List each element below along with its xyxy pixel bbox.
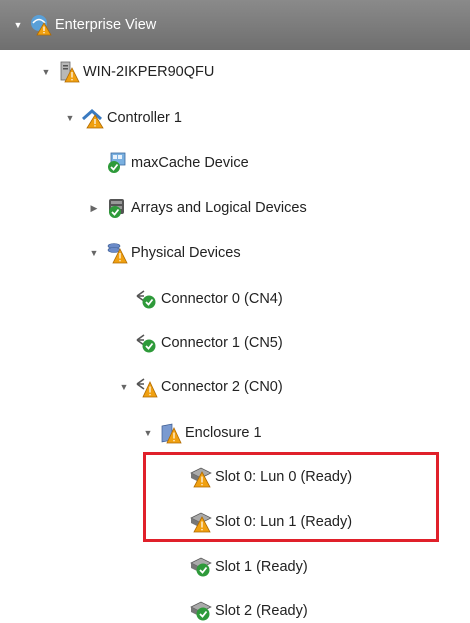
physical-warning-icon — [106, 242, 128, 264]
tree-node-arrays-logical-devices[interactable]: ▶ Arrays and Logical Devices — [88, 196, 307, 220]
tree-node-label: Enterprise View — [55, 17, 157, 33]
tree-node-label: Connector 0 (CN4) — [161, 291, 283, 307]
expand-arrow-icon[interactable]: ▼ — [64, 113, 76, 123]
tree-node-label: Connector 2 (CN0) — [161, 379, 283, 395]
tree-node-label: maxCache Device — [131, 155, 249, 171]
collapse-arrow-icon[interactable]: ▶ — [88, 203, 100, 214]
expand-arrow-icon[interactable]: ▼ — [40, 67, 52, 77]
tree-node-slot2[interactable]: ▶ Slot 2 (Ready) — [172, 599, 308, 623]
controller-warning-icon — [82, 107, 104, 129]
tree-node-maxcache-device[interactable]: ▶ maxCache Device — [88, 151, 249, 175]
tree-node-physical-devices[interactable]: ▼ Physical Devices — [88, 241, 241, 265]
tree-node-label: Arrays and Logical Devices — [131, 200, 307, 216]
tree-node-label: Slot 0: Lun 1 (Ready) — [215, 514, 353, 530]
server-warning-icon — [58, 61, 80, 83]
tree-node-connector-1[interactable]: ▶ Connector 1 (CN5) — [118, 331, 283, 355]
arrays-ok-icon — [106, 197, 128, 219]
tree-node-label: Controller 1 — [107, 110, 182, 126]
connector-ok-icon — [136, 288, 158, 310]
enterprise-warning-icon — [30, 14, 52, 36]
disk-ok-icon — [190, 600, 212, 622]
expand-arrow-icon[interactable]: ▼ — [12, 20, 24, 30]
enclosure-warning-icon — [160, 422, 182, 444]
tree-node-server[interactable]: ▼ WIN-2IKPER90QFU — [40, 60, 214, 84]
tree-node-label: Slot 2 (Ready) — [215, 603, 308, 619]
tree-node-enclosure-1[interactable]: ▼ Enclosure 1 — [142, 421, 262, 445]
tree-node-slot1[interactable]: ▶ Slot 1 (Ready) — [172, 555, 308, 579]
tree-node-label: WIN-2IKPER90QFU — [83, 64, 215, 80]
disk-warning-icon — [190, 511, 212, 533]
connector-warning-icon — [136, 376, 158, 398]
disk-ok-icon — [190, 556, 212, 578]
tree-node-controller[interactable]: ▼ Controller 1 — [64, 106, 182, 130]
tree-node-label: Connector 1 (CN5) — [161, 335, 283, 351]
tree-node-label: Enclosure 1 — [185, 425, 262, 441]
tree-node-slot0-lun1[interactable]: ▶ Slot 0: Lun 1 (Ready) — [172, 510, 352, 534]
tree-node-label: Physical Devices — [131, 245, 241, 261]
expand-arrow-icon[interactable]: ▼ — [118, 382, 130, 392]
expand-arrow-icon[interactable]: ▼ — [142, 428, 154, 438]
tree-header: ▼ Enterprise View — [0, 0, 470, 50]
tree-node-connector-0[interactable]: ▶ Connector 0 (CN4) — [118, 287, 283, 311]
tree-node-connector-2[interactable]: ▼ Connector 2 (CN0) — [118, 375, 283, 399]
disk-warning-icon — [190, 466, 212, 488]
tree-node-label: Slot 1 (Ready) — [215, 559, 308, 575]
expand-arrow-icon[interactable]: ▼ — [88, 248, 100, 258]
tree-node-slot0-lun0[interactable]: ▶ Slot 0: Lun 0 (Ready) — [172, 465, 352, 489]
tree-node-enterprise-view[interactable]: ▼ Enterprise View — [12, 13, 156, 37]
connector-ok-icon — [136, 332, 158, 354]
tree-node-label: Slot 0: Lun 0 (Ready) — [215, 469, 353, 485]
maxcache-ok-icon — [106, 152, 128, 174]
